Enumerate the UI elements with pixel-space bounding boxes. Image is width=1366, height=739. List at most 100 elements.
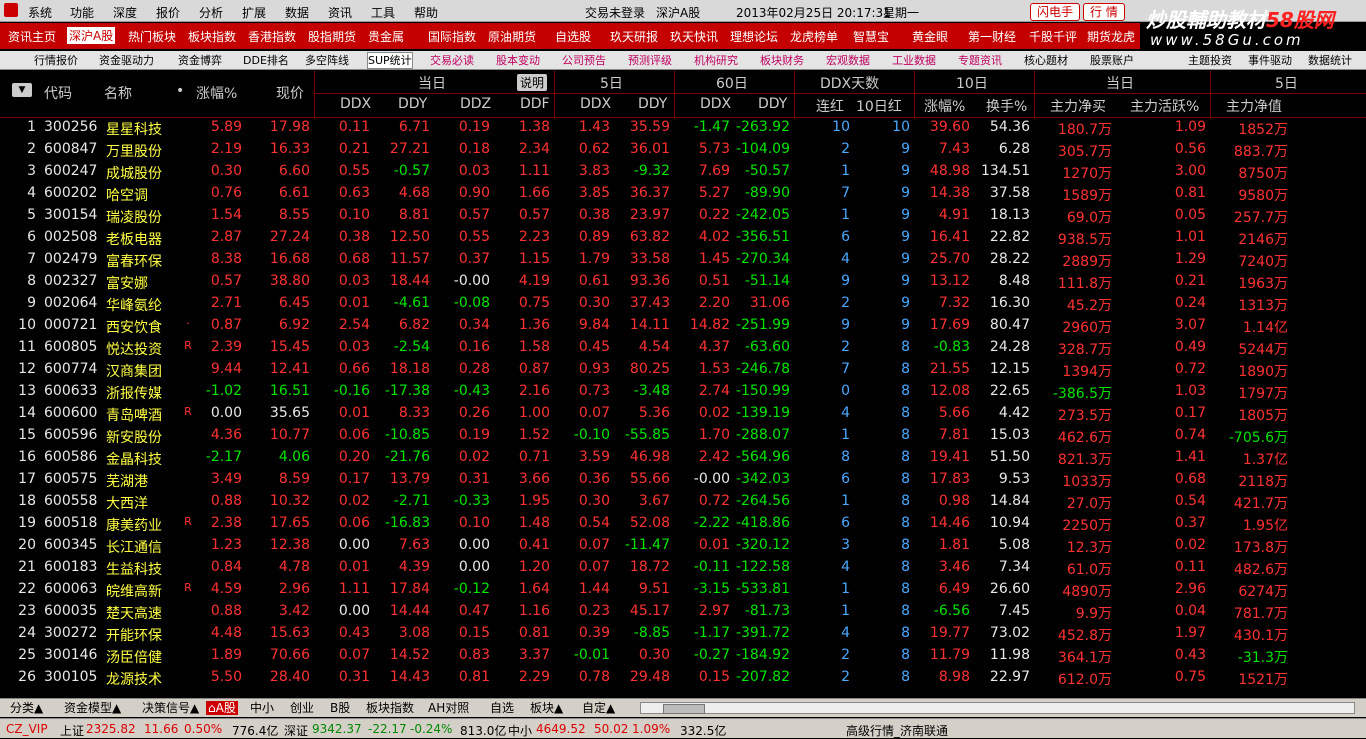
btab-custom[interactable]: 自定▲ [582,701,615,715]
btab-capital-model[interactable]: 资金模型▲ [64,701,121,715]
shortcut-forum[interactable]: 理想论坛 [730,28,778,45]
table-row[interactable]: 13 600633 浙报传媒 -1.02 16.51 -0.16 -17.38 -0.43 2.… [0,381,1366,403]
btab-sector[interactable]: 板块▲ [530,701,563,715]
col-code[interactable]: 代码 [44,83,72,103]
table-row[interactable]: 5 300154 瑞凌股份 1.54 8.55 0.10 8.81 0.57 0.57 0.38 2… [0,205,1366,227]
menu-system[interactable]: 系统 [28,4,52,21]
shortcut-intl-index[interactable]: 国际指数 [428,28,476,45]
shortcut-wisdom[interactable]: 智慧宝 [853,28,889,45]
col-main-active[interactable]: 主力活跃% [1130,96,1199,116]
shortcut-hk-index[interactable]: 香港指数 [248,28,296,45]
table-row[interactable]: 2 600847 万里股份 2.19 16.33 0.21 27.21 0.18 2.34 0.6… [0,139,1366,161]
tab-sector-finance[interactable]: 板块财务 [760,53,804,68]
menu-analysis[interactable]: 分析 [199,4,223,21]
btab-watchlist[interactable]: 自选 [490,701,514,715]
col-ddz[interactable]: DDZ [460,96,491,112]
table-row[interactable]: 15 600596 新安股份 4.36 10.77 0.06 -10.85 0.19 1.52 -… [0,425,1366,447]
table-row[interactable]: 19 600518 康美药业 R 2.38 17.65 0.06 -16.83 0.10 1.48… [0,513,1366,535]
server-label[interactable]: 高级行情_济南联通 [846,722,948,739]
tab-data-stats[interactable]: 数据统计 [1308,53,1352,68]
btab-a-share[interactable]: ⌂A股 [206,701,238,715]
col-ddy-60d[interactable]: DDY [758,96,787,112]
table-row[interactable]: 11 600805 悦达投资 R 2.39 15.45 0.03 -2.54 0.16 1.58 0… [0,337,1366,359]
table-row[interactable]: 24 300272 开能环保 4.48 15.63 0.43 3.08 0.15 0.81 0.3… [0,623,1366,645]
shortcut-futures-dragon[interactable]: 期货龙虎 [1087,28,1135,45]
col-price[interactable]: 现价 [276,83,304,103]
shortcut-sh-sz-a[interactable]: 深沪A股 [67,27,116,44]
table-row[interactable]: 20 600345 长江通信 1.23 12.38 0.00 7.63 0.00 0.41 0.0… [0,535,1366,557]
tab-topic-news[interactable]: 专题资讯 [958,53,1002,68]
scrollbar-thumb[interactable] [663,704,705,714]
tab-event-drive[interactable]: 事件驱动 [1248,53,1292,68]
vip-label[interactable]: CZ_VIP [6,722,48,736]
col-10d-change[interactable]: 涨幅% [924,96,965,116]
shortcut-news-home[interactable]: 资讯主页 [8,28,56,45]
table-row[interactable]: 14 600600 青岛啤酒 R 0.00 35.65 0.01 8.33 0.26 1.00 0.… [0,403,1366,425]
col-10d-red[interactable]: 10日红 [856,96,902,116]
table-row[interactable]: 3 600247 成城股份 0.30 6.60 0.55 -0.57 0.03 1.11 3.83… [0,161,1366,183]
menu-tools[interactable]: 工具 [371,4,395,21]
col-ddx[interactable]: DDX [340,96,371,112]
shortcut-dragon-tiger[interactable]: 龙虎榜单 [790,28,838,45]
col-10d-turnover[interactable]: 换手% [986,96,1027,116]
tab-capital-drive[interactable]: 资金驱动力 [99,53,154,68]
tab-sup-stats[interactable]: SUP统计 [367,52,413,69]
table-row[interactable]: 7 002479 富春环保 8.38 16.68 0.68 11.57 0.37 1.15 1.7… [0,249,1366,271]
col-ddx-5d[interactable]: DDX [580,96,611,112]
col-ddy-5d[interactable]: DDY [638,96,667,112]
table-row[interactable]: 9 002064 华峰氨纶 2.71 6.45 0.01 -4.61 -0.08 0.75 0.3… [0,293,1366,315]
col-main-net-buy[interactable]: 主力净买 [1050,96,1106,116]
table-row[interactable]: 8 002327 富安娜 0.57 38.80 0.03 18.44 -0.00 4.19 0.6… [0,271,1366,293]
shortcut-gold-eye[interactable]: 黄金眼 [912,28,948,45]
tab-bull-bear[interactable]: 多空阵线 [305,53,349,68]
table-row[interactable]: 6 002508 老板电器 2.87 27.24 0.38 12.50 0.55 2.23 0.8… [0,227,1366,249]
table-row[interactable]: 22 600063 皖维高新 R 4.59 2.96 1.11 17.84 -0.12 1.64 1… [0,579,1366,601]
tab-macro[interactable]: 宏观数据 [826,53,870,68]
horizontal-scrollbar[interactable] [640,702,1355,714]
shortcut-yicai[interactable]: 第一财经 [968,28,1016,45]
shortcut-research[interactable]: 玖天研报 [610,28,658,45]
shortcut-hot-sector[interactable]: 热门板块 [128,28,176,45]
table-row[interactable]: 4 600202 哈空调 0.76 6.61 0.63 4.68 0.90 1.66 3.85 36… [0,183,1366,205]
table-row[interactable]: 18 600558 大西洋 0.88 10.32 0.02 -2.71 -0.33 1.95 0.… [0,491,1366,513]
col-change-pct[interactable]: 涨幅% [196,83,237,103]
shortcut-precious-metal[interactable]: 贵金属 [368,28,404,45]
table-row[interactable]: 25 300146 汤臣倍健 1.89 70.66 0.07 14.52 0.83 3.37 -0… [0,645,1366,667]
shortcut-sector-index[interactable]: 板块指数 [188,28,236,45]
table-row[interactable]: 12 600774 汉商集团 9.44 12.41 0.66 18.18 0.28 0.87 0.… [0,359,1366,381]
table-row[interactable]: 26 300105 龙源技术 5.50 28.40 0.31 14.43 0.81 2.29 0.… [0,667,1366,689]
tab-industry[interactable]: 工业数据 [892,53,936,68]
table-row[interactable]: 10 000721 西安饮食 · 0.87 6.92 2.54 6.82 0.34 1.36 9.8… [0,315,1366,337]
table-row[interactable]: 16 600586 金晶科技 -2.17 4.06 0.20 -21.76 0.02 0.71 3… [0,447,1366,469]
btab-decision-signal[interactable]: 决策信号▲ [142,701,199,715]
col-ddf[interactable]: DDF [520,96,550,112]
tab-forecast[interactable]: 公司预告 [562,53,606,68]
table-row[interactable]: 23 600035 楚天高速 0.88 3.42 0.00 14.44 0.47 1.16 0.2… [0,601,1366,623]
shortcut-flash-news[interactable]: 玖天快讯 [670,28,718,45]
btab-gem[interactable]: 创业 [290,701,314,715]
tab-core-theme[interactable]: 核心题材 [1024,53,1068,68]
table-row[interactable]: 1 300256 星星科技 5.89 17.98 0.11 6.71 0.19 1.38 1.43… [0,117,1366,139]
tab-stock-account[interactable]: 股票账户 [1090,53,1134,68]
shortcut-index-futures[interactable]: 股指期货 [308,28,356,45]
tab-institution[interactable]: 机构研究 [694,53,738,68]
tab-quote[interactable]: 行情报价 [34,53,78,68]
quote-button[interactable]: 行 情 [1083,3,1125,21]
shortcut-watchlist[interactable]: 自选股 [555,28,591,45]
col-ddy[interactable]: DDY [398,96,427,112]
col-name[interactable]: 名称 [104,83,132,103]
menu-function[interactable]: 功能 [70,4,94,21]
menu-help[interactable]: 帮助 [414,4,438,21]
btab-sector-index[interactable]: 板块指数 [366,701,414,715]
col-consecutive-red[interactable]: 连红 [816,96,844,116]
menu-news[interactable]: 资讯 [328,4,352,21]
tab-theme-invest[interactable]: 主题投资 [1188,53,1232,68]
menu-data[interactable]: 数据 [285,4,309,21]
col-ddx-60d[interactable]: DDX [700,96,731,112]
menu-extend[interactable]: 扩展 [242,4,266,21]
tab-capital-game[interactable]: 资金博弈 [178,53,222,68]
table-row[interactable]: 21 600183 生益科技 0.84 4.78 0.01 4.39 0.00 1.20 0.07… [0,557,1366,579]
table-row[interactable]: 17 600575 芜湖港 3.49 8.59 0.17 13.79 0.31 3.66 0.36… [0,469,1366,491]
tab-equity-change[interactable]: 股本变动 [496,53,540,68]
menu-quote[interactable]: 报价 [156,4,180,21]
